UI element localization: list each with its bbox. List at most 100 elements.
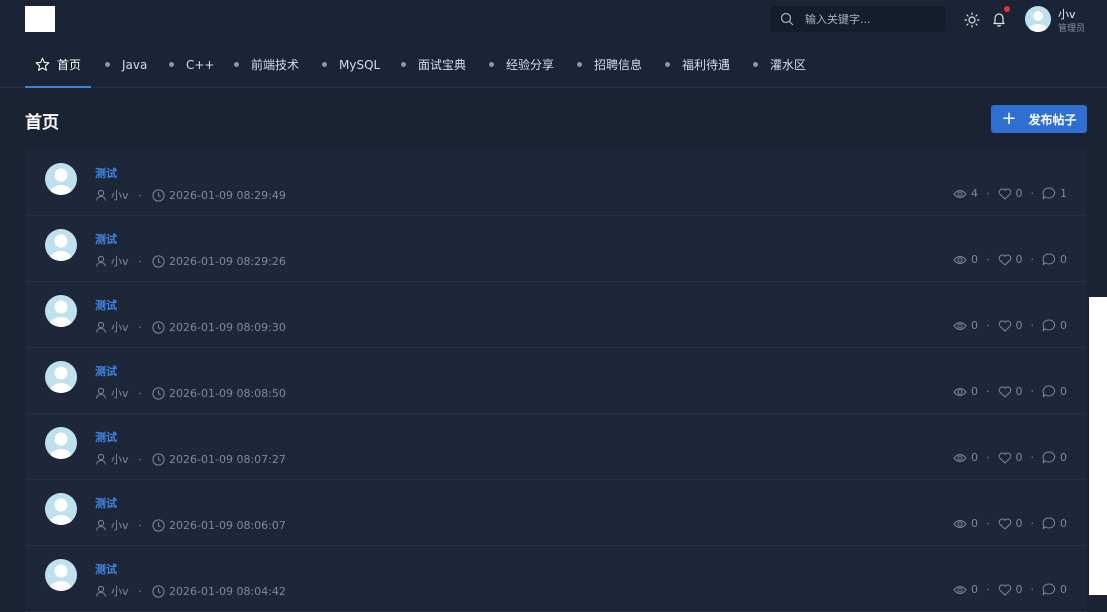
author-avatar[interactable] (45, 427, 77, 459)
stats-separator: · (986, 253, 990, 266)
meta-separator: · (138, 584, 143, 598)
view-count: 0 (971, 451, 978, 464)
user-icon (96, 519, 106, 531)
publish-label: 发布帖子 (1028, 112, 1077, 127)
bullet-dot (489, 62, 494, 67)
post-stats: 0 · 0 · 0 (953, 583, 1067, 596)
site-logo[interactable] (25, 6, 55, 32)
post-author[interactable]: 小v (111, 187, 129, 203)
comment-icon[interactable] (1042, 451, 1056, 464)
notification-dot (1004, 6, 1010, 12)
heart-icon[interactable] (998, 451, 1012, 464)
heart-icon[interactable] (998, 583, 1012, 596)
stats-separator: · (1030, 583, 1035, 596)
post-title[interactable]: 测试 (95, 429, 117, 445)
nav-item-cpp[interactable]: C++ (169, 42, 215, 87)
like-count: 0 (1015, 253, 1023, 266)
post-time: 2026-01-09 08:07:27 (169, 452, 286, 466)
author-avatar[interactable] (45, 361, 77, 393)
stats-separator: · (986, 385, 990, 398)
comment-icon[interactable] (1042, 319, 1056, 332)
heart-icon[interactable] (998, 517, 1012, 530)
post-row[interactable]: 测试 小v · 2026-01-09 08:08:50 0 · 0 · 0 (25, 347, 1087, 414)
post-row[interactable]: 测试 小v · 2026-01-09 08:29:49 4 · 0 · 1 (25, 149, 1087, 216)
notification-bell-icon[interactable] (990, 10, 1008, 28)
post-author[interactable]: 小v (111, 583, 129, 599)
stats-separator: · (986, 517, 990, 530)
nav-item-benefits[interactable]: 福利待遇 (665, 42, 730, 87)
heart-icon[interactable] (998, 187, 1012, 200)
clock-icon (152, 518, 165, 532)
nav-item-interview[interactable]: 面试宝典 (401, 42, 466, 87)
nav-item-chat[interactable]: 灌水区 (753, 42, 806, 87)
nav-label: 面试宝典 (418, 58, 467, 72)
comment-icon[interactable] (1042, 385, 1056, 398)
comment-icon[interactable] (1042, 517, 1056, 530)
nav-label: Java (122, 57, 148, 72)
meta-separator: · (138, 320, 143, 334)
post-title[interactable]: 测试 (95, 561, 117, 577)
post-row[interactable]: 测试 小v · 2026-01-09 08:09:30 0 · 0 · 0 (25, 281, 1087, 348)
search-box[interactable] (771, 6, 945, 32)
comment-count: 0 (1060, 253, 1067, 266)
author-avatar[interactable] (45, 163, 77, 195)
post-author[interactable]: 小v (111, 385, 129, 401)
heart-icon[interactable] (998, 319, 1012, 332)
author-avatar[interactable] (45, 493, 77, 525)
stats-separator: · (1030, 319, 1035, 332)
stats-separator: · (986, 319, 990, 332)
eye-icon (953, 519, 967, 528)
user-avatar[interactable] (1025, 6, 1051, 32)
post-meta: 小v · 2026-01-09 08:29:26 (95, 253, 286, 269)
post-meta: 小v · 2026-01-09 08:07:27 (95, 451, 286, 467)
post-time: 2026-01-09 08:09:30 (169, 320, 286, 334)
comment-icon[interactable] (1042, 187, 1056, 200)
post-title[interactable]: 测试 (95, 297, 117, 313)
nav-item-experience[interactable]: 经验分享 (489, 42, 554, 87)
author-avatar[interactable] (45, 295, 77, 327)
post-title[interactable]: 测试 (95, 165, 117, 181)
nav-label: 福利待遇 (682, 58, 731, 72)
view-count: 0 (971, 253, 978, 266)
post-row[interactable]: 测试 小v · 2026-01-09 08:07:27 0 · 0 · 0 (25, 413, 1087, 480)
comment-icon[interactable] (1042, 253, 1056, 266)
nav-item-jobs[interactable]: 招聘信息 (577, 42, 642, 87)
post-title[interactable]: 测试 (95, 495, 117, 511)
search-input[interactable] (803, 11, 937, 27)
user-name[interactable]: 小v (1058, 6, 1076, 22)
publish-post-button[interactable]: + 发布帖子 (991, 105, 1087, 133)
post-row[interactable]: 测试 小v · 2026-01-09 08:06:07 0 · 0 · 0 (25, 479, 1087, 546)
eye-icon (953, 453, 967, 462)
post-author[interactable]: 小v (111, 253, 129, 269)
like-count: 0 (1015, 319, 1023, 332)
eye-icon (953, 321, 967, 330)
post-title[interactable]: 测试 (95, 231, 117, 247)
heart-icon[interactable] (998, 385, 1012, 398)
author-avatar[interactable] (45, 559, 77, 591)
heart-icon[interactable] (998, 253, 1012, 266)
post-time: 2026-01-09 08:06:07 (169, 518, 286, 532)
post-time: 2026-01-09 08:29:49 (169, 188, 286, 202)
bullet-dot (401, 62, 406, 67)
nav-item-mysql[interactable]: MySQL (322, 42, 380, 87)
meta-separator: · (138, 254, 143, 268)
post-meta: 小v · 2026-01-09 08:09:30 (95, 319, 286, 335)
author-avatar[interactable] (45, 229, 77, 261)
post-row[interactable]: 测试 小v · 2026-01-09 08:04:42 0 · 0 · 0 (25, 545, 1087, 612)
nav-item-home[interactable]: 首页 (35, 42, 81, 87)
bullet-dot (234, 62, 239, 67)
user-icon (96, 585, 106, 597)
comment-icon[interactable] (1042, 583, 1056, 596)
post-author[interactable]: 小v (111, 319, 129, 335)
nav-item-java[interactable]: Java (105, 42, 147, 87)
post-author[interactable]: 小v (111, 517, 129, 533)
post-meta: 小v · 2026-01-09 08:04:42 (95, 583, 286, 599)
like-count: 0 (1015, 451, 1023, 464)
plus-icon: + (1001, 108, 1017, 129)
post-title[interactable]: 测试 (95, 363, 117, 379)
page-title: 首页 (25, 113, 59, 133)
post-row[interactable]: 测试 小v · 2026-01-09 08:29:26 0 · 0 · 0 (25, 215, 1087, 282)
post-author[interactable]: 小v (111, 451, 129, 467)
nav-item-frontend[interactable]: 前端技术 (234, 42, 299, 87)
theme-toggle-sun-icon[interactable] (963, 11, 981, 29)
